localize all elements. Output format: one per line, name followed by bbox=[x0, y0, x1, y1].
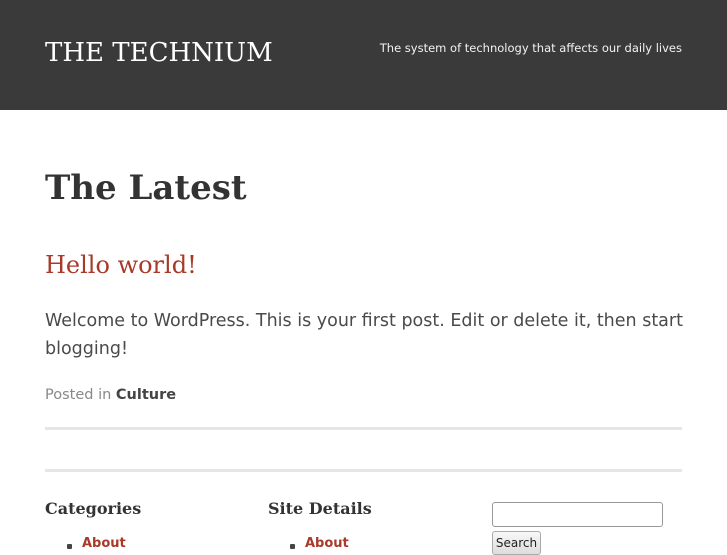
categories-item-about[interactable]: About bbox=[67, 536, 126, 552]
post-meta: Posted in Culture bbox=[45, 385, 176, 405]
search-input[interactable] bbox=[492, 502, 663, 527]
site-header: THE TECHNIUM The system of technology th… bbox=[0, 0, 727, 110]
post-content: Welcome to WordPress. This is your first… bbox=[45, 311, 683, 359]
site-details-item-about[interactable]: About bbox=[290, 536, 349, 552]
category-link-culture[interactable]: Culture bbox=[116, 387, 176, 403]
search-button[interactable]: Search bbox=[492, 531, 541, 555]
page-title: The Latest bbox=[45, 168, 247, 208]
post-divider bbox=[45, 427, 682, 430]
post-title-link[interactable]: Hello world! bbox=[45, 250, 197, 280]
categories-widget-title: Categories bbox=[45, 499, 142, 518]
posted-in-label: Posted in bbox=[45, 387, 112, 403]
site-details-widget-title: Site Details bbox=[268, 499, 372, 518]
footer-divider bbox=[45, 469, 682, 472]
site-title-link[interactable]: THE TECHNIUM bbox=[45, 38, 273, 68]
site-tagline: The system of technology that affects ou… bbox=[379, 41, 682, 55]
